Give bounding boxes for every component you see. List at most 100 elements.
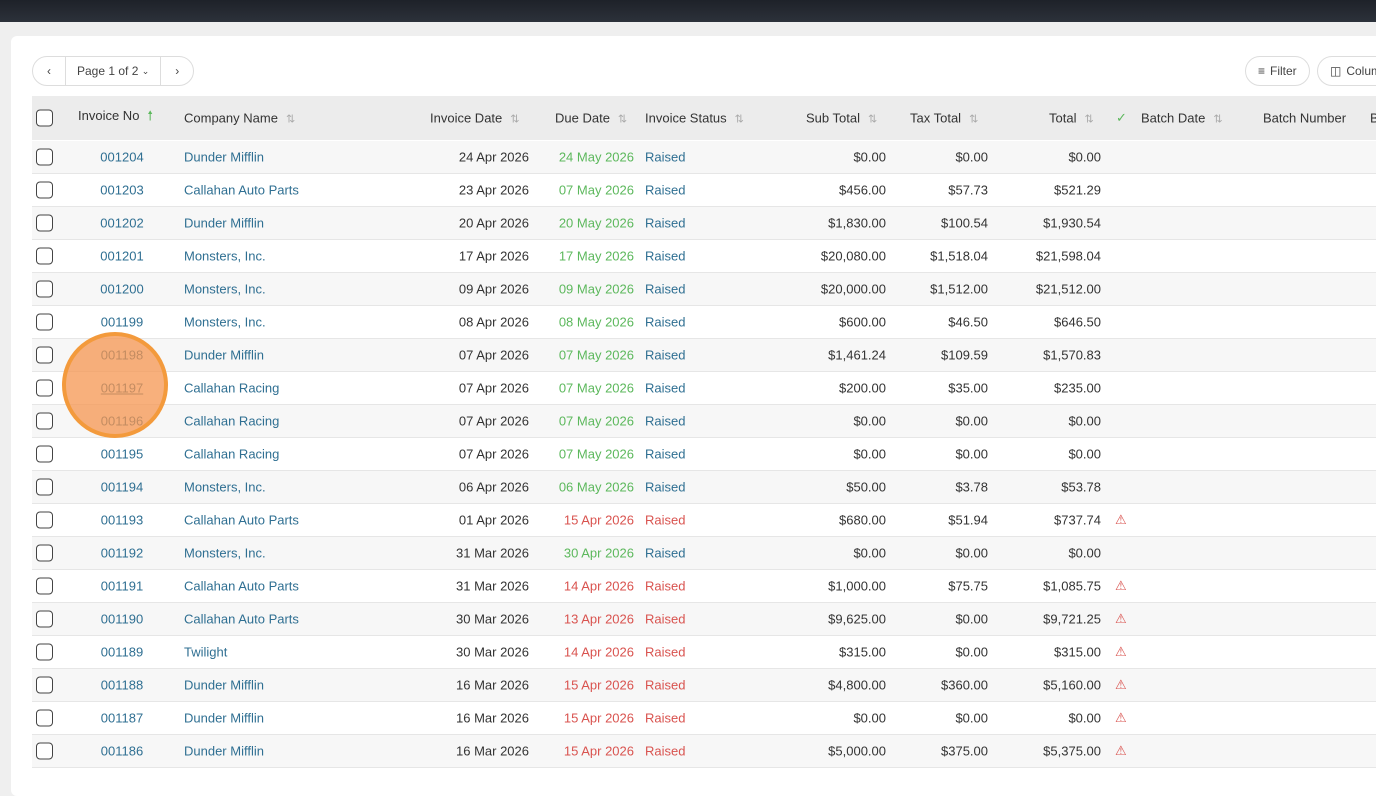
invoice-number-link[interactable]: 001192 xyxy=(82,546,162,561)
row-checkbox[interactable] xyxy=(36,676,53,694)
company-name-link[interactable]: Dunder Mifflin xyxy=(184,216,264,231)
company-name-link[interactable]: Callahan Racing xyxy=(184,447,279,462)
company-name-link[interactable]: Callahan Racing xyxy=(184,414,279,429)
company-name-link[interactable]: Twilight xyxy=(184,645,227,660)
invoice-number-link[interactable]: 001195 xyxy=(82,447,162,462)
invoice-number-link[interactable]: 001200 xyxy=(82,282,162,297)
table-row[interactable]: 001202 Dunder Mifflin 20 Apr 2026 20 May… xyxy=(32,207,1376,240)
table-row[interactable]: 001190 Callahan Auto Parts 30 Mar 2026 1… xyxy=(32,603,1376,636)
header-company-name[interactable]: Company Name ⇅ xyxy=(184,111,295,126)
invoice-number-link[interactable]: 001189 xyxy=(82,645,162,660)
row-checkbox[interactable] xyxy=(36,247,53,265)
invoice-number-link[interactable]: 001203 xyxy=(82,183,162,198)
header-next-column[interactable]: B xyxy=(1370,111,1376,126)
company-name-link[interactable]: Monsters, Inc. xyxy=(184,249,266,264)
columns-button[interactable]: ◫ Colum xyxy=(1317,56,1376,86)
row-checkbox[interactable] xyxy=(36,478,53,496)
header-batch-date[interactable]: Batch Date ⇅ xyxy=(1141,111,1223,126)
company-name-link[interactable]: Dunder Mifflin xyxy=(184,678,264,693)
table-row[interactable]: 001194 Monsters, Inc. 06 Apr 2026 06 May… xyxy=(32,471,1376,504)
invoice-number-link[interactable]: 001194 xyxy=(82,480,162,495)
table-row[interactable]: 001201 Monsters, Inc. 17 Apr 2026 17 May… xyxy=(32,240,1376,273)
invoice-number-link[interactable]: 001198 xyxy=(82,348,162,363)
table-row[interactable]: 001191 Callahan Auto Parts 31 Mar 2026 1… xyxy=(32,570,1376,603)
company-name-link[interactable]: Callahan Auto Parts xyxy=(184,513,299,528)
row-checkbox[interactable] xyxy=(36,544,53,562)
company-name-link[interactable]: Monsters, Inc. xyxy=(184,282,266,297)
invoice-date: 07 Apr 2026 xyxy=(458,347,529,363)
header-label: Tax Total xyxy=(910,110,962,126)
next-page-button[interactable]: › xyxy=(161,57,193,85)
row-checkbox[interactable] xyxy=(36,379,53,397)
table-row[interactable]: 001193 Callahan Auto Parts 01 Apr 2026 1… xyxy=(32,504,1376,537)
row-checkbox[interactable] xyxy=(36,742,53,760)
invoice-number-link[interactable]: 001201 xyxy=(82,249,162,264)
company-name-link[interactable]: Callahan Auto Parts xyxy=(184,612,299,627)
table-row[interactable]: 001189 Twilight 30 Mar 2026 14 Apr 2026 … xyxy=(32,636,1376,669)
table-row[interactable]: 001186 Dunder Mifflin 16 Mar 2026 15 Apr… xyxy=(32,735,1376,768)
row-checkbox[interactable] xyxy=(36,313,53,331)
total: $737.74 xyxy=(1054,512,1101,528)
table-row[interactable]: 001196 Callahan Racing 07 Apr 2026 07 Ma… xyxy=(32,405,1376,438)
invoice-number-link[interactable]: 001186 xyxy=(82,744,162,759)
header-due-date[interactable]: Due Date ⇅ xyxy=(555,111,627,126)
row-checkbox[interactable] xyxy=(36,610,53,628)
company-name-link[interactable]: Dunder Mifflin xyxy=(184,744,264,759)
row-checkbox[interactable] xyxy=(36,709,53,727)
prev-page-button[interactable]: ‹ xyxy=(33,57,65,85)
row-checkbox[interactable] xyxy=(36,511,53,529)
header-invoice-status[interactable]: Invoice Status ⇅ xyxy=(645,111,744,126)
header-tax-total[interactable]: Tax Total ⇅ xyxy=(910,111,978,126)
row-checkbox[interactable] xyxy=(36,445,53,463)
invoice-number-link[interactable]: 001197 xyxy=(82,381,162,396)
header-sub-total[interactable]: Sub Total ⇅ xyxy=(806,111,877,126)
header-invoice-date[interactable]: Invoice Date ⇅ xyxy=(430,111,519,126)
table-row[interactable]: 001197 Callahan Racing 07 Apr 2026 07 Ma… xyxy=(32,372,1376,405)
table-row[interactable]: 001199 Monsters, Inc. 08 Apr 2026 08 May… xyxy=(32,306,1376,339)
company-name-link[interactable]: Callahan Auto Parts xyxy=(184,579,299,594)
header-batch-number[interactable]: Batch Number xyxy=(1263,111,1346,126)
row-checkbox[interactable] xyxy=(36,148,53,166)
tax-total: $375.00 xyxy=(941,743,988,759)
header-total[interactable]: Total ⇅ xyxy=(1049,111,1094,126)
table-row[interactable]: 001187 Dunder Mifflin 16 Mar 2026 15 Apr… xyxy=(32,702,1376,735)
header-invoice-no[interactable]: Invoice No 🠕 xyxy=(78,107,153,129)
invoice-date: 31 Mar 2026 xyxy=(456,578,529,594)
row-checkbox[interactable] xyxy=(36,346,53,364)
company-name-link[interactable]: Monsters, Inc. xyxy=(184,546,266,561)
select-all-checkbox[interactable] xyxy=(36,109,53,127)
sort-icon: ⇅ xyxy=(510,113,520,126)
table-row[interactable]: 001188 Dunder Mifflin 16 Mar 2026 15 Apr… xyxy=(32,669,1376,702)
table-row[interactable]: 001195 Callahan Racing 07 Apr 2026 07 Ma… xyxy=(32,438,1376,471)
table-row[interactable]: 001192 Monsters, Inc. 31 Mar 2026 30 Apr… xyxy=(32,537,1376,570)
table-row[interactable]: 001204 Dunder Mifflin 24 Apr 2026 24 May… xyxy=(32,141,1376,174)
row-checkbox[interactable] xyxy=(36,643,53,661)
invoice-number-link[interactable]: 001188 xyxy=(82,678,162,693)
company-name-link[interactable]: Monsters, Inc. xyxy=(184,315,266,330)
row-checkbox[interactable] xyxy=(36,577,53,595)
table-row[interactable]: 001200 Monsters, Inc. 09 Apr 2026 09 May… xyxy=(32,273,1376,306)
invoice-number-link[interactable]: 001199 xyxy=(82,315,162,330)
due-date: 08 May 2026 xyxy=(558,314,634,330)
filter-button[interactable]: ≡ Filter xyxy=(1245,56,1310,86)
company-name-link[interactable]: Dunder Mifflin xyxy=(184,150,264,165)
row-checkbox[interactable] xyxy=(36,214,53,232)
row-checkbox[interactable] xyxy=(36,280,53,298)
row-checkbox[interactable] xyxy=(36,412,53,430)
invoice-number-link[interactable]: 001187 xyxy=(82,711,162,726)
invoice-number-link[interactable]: 001202 xyxy=(82,216,162,231)
invoice-number-link[interactable]: 001190 xyxy=(82,612,162,627)
company-name-link[interactable]: Monsters, Inc. xyxy=(184,480,266,495)
company-name-link[interactable]: Callahan Auto Parts xyxy=(184,183,299,198)
company-name-link[interactable]: Dunder Mifflin xyxy=(184,711,264,726)
invoice-number-link[interactable]: 001191 xyxy=(82,579,162,594)
company-name-link[interactable]: Dunder Mifflin xyxy=(184,348,264,363)
company-name-link[interactable]: Callahan Racing xyxy=(184,381,279,396)
row-checkbox[interactable] xyxy=(36,181,53,199)
invoice-number-link[interactable]: 001204 xyxy=(82,150,162,165)
page-select[interactable]: Page 1 of 2 ⌄ xyxy=(65,57,162,85)
table-row[interactable]: 001198 Dunder Mifflin 07 Apr 2026 07 May… xyxy=(32,339,1376,372)
invoice-number-link[interactable]: 001193 xyxy=(82,513,162,528)
invoice-number-link[interactable]: 001196 xyxy=(82,414,162,429)
table-row[interactable]: 001203 Callahan Auto Parts 23 Apr 2026 0… xyxy=(32,174,1376,207)
